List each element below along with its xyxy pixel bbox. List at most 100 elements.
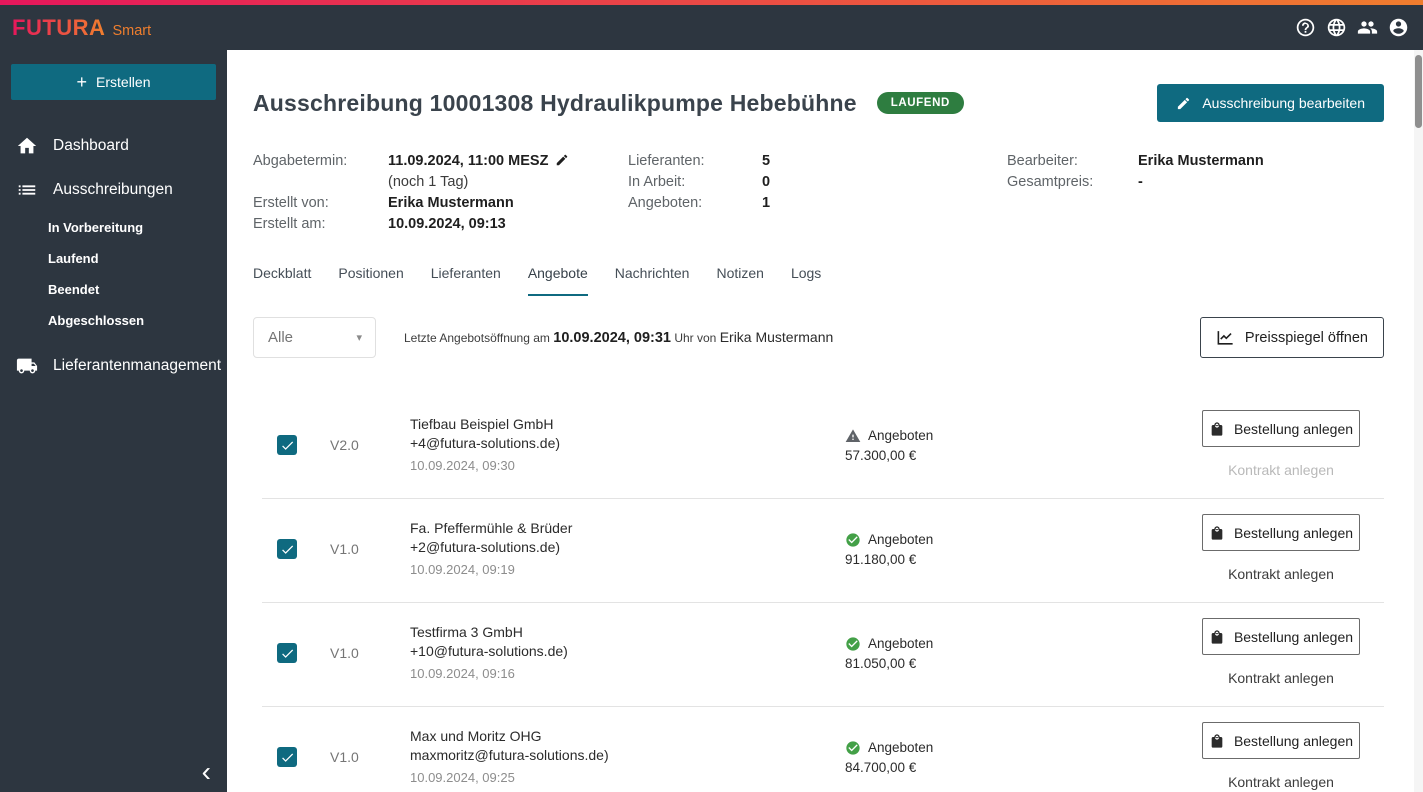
check-circle-icon — [846, 532, 860, 547]
tab-logs[interactable]: Logs — [791, 265, 821, 296]
sidebar: + Erstellen Dashboard Ausschreibungen In… — [0, 50, 227, 792]
offer-status-block: Angeboten 84.700,00 € — [845, 740, 1202, 775]
sidebar-item-beendet[interactable]: Beendet — [48, 274, 227, 305]
create-order-button[interactable]: Bestellung anlegen — [1202, 514, 1360, 551]
open-price-mirror-button[interactable]: Preisspiegel öffnen — [1199, 317, 1384, 358]
sidebar-item-abgeschlossen[interactable]: Abgeschlossen — [48, 305, 227, 336]
deadline-label: Abgabetermin: — [253, 153, 348, 169]
create-order-label: Bestellung anlegen — [1233, 420, 1354, 437]
plus-icon: + — [76, 72, 88, 92]
company-email: +4@futura-solutions.de) — [410, 435, 561, 451]
sidebar-item-dashboard[interactable]: Dashboard — [0, 124, 227, 168]
company-name: Testfirma 3 GmbH — [410, 624, 523, 640]
created-by-value: Erika Mustermann — [388, 195, 514, 211]
offer-actions: Bestellung anlegen Kontrakt anlegen — [1202, 618, 1360, 688]
suppliers-count-value: 5 — [762, 153, 771, 169]
language-globe-icon[interactable] — [1326, 17, 1347, 38]
check-icon — [281, 440, 293, 450]
offer-company-block: Fa. Pfeffermühle & Brüder +2@futura-solu… — [410, 519, 845, 579]
created-at-label: Erstellt am: — [253, 216, 326, 232]
offer-version: V1.0 — [330, 749, 359, 765]
last-opening-text: Letzte Angebotsöffnung am 10.09.2024, 09… — [404, 329, 833, 346]
offer-checkbox[interactable] — [277, 435, 297, 455]
create-contract-link[interactable]: Kontrakt anlegen — [1228, 670, 1334, 686]
create-contract-link[interactable]: Kontrakt anlegen — [1228, 566, 1334, 582]
sidebar-subnav: In Vorbereitung Laufend Beendet Abgeschl… — [0, 212, 227, 344]
edit-tender-button-label: Ausschreibung bearbeiten — [1202, 95, 1365, 111]
topbar-icons — [1295, 17, 1409, 38]
create-order-button[interactable]: Bestellung anlegen — [1202, 722, 1360, 759]
tender-info: Abgabetermin: 11.09.2024, 11:00 MESZ (no… — [253, 151, 1384, 235]
offer-price: 84.700,00 € — [845, 759, 917, 775]
main-content: Ausschreibung 10001308 Hydraulikpumpe He… — [227, 50, 1423, 792]
tab-nachrichten[interactable]: Nachrichten — [615, 265, 690, 296]
offer-checkbox[interactable] — [277, 643, 297, 663]
scrollbar-thumb[interactable] — [1415, 55, 1422, 128]
offer-company-block: Max und Moritz OHG maxmoritz@futura-solu… — [410, 727, 845, 787]
tab-deckblatt[interactable]: Deckblatt — [253, 265, 311, 296]
offer-date: 10.09.2024, 09:25 — [410, 770, 515, 785]
offer-checkbox[interactable] — [277, 747, 297, 767]
sidebar-item-lieferantenmanagement[interactable]: Lieferantenmanagement — [0, 344, 227, 388]
sidebar-item-label: Lieferantenmanagement — [53, 357, 222, 374]
offer-row: V2.0 Tiefbau Beispiel GmbH +4@futura-sol… — [262, 395, 1384, 499]
total-price-value: - — [1138, 174, 1143, 190]
create-contract-link[interactable]: Kontrakt anlegen — [1228, 774, 1334, 790]
offers-filter-value: Alle — [268, 329, 294, 346]
offer-company-block: Tiefbau Beispiel GmbH +4@futura-solution… — [410, 415, 845, 475]
truck-icon — [16, 358, 38, 374]
info-column-counts: Lieferanten: 5 In Arbeit: 0 Angeboten: 1 — [628, 151, 1007, 235]
tab-lieferanten[interactable]: Lieferanten — [431, 265, 501, 296]
check-icon — [281, 648, 293, 658]
open-price-mirror-label: Preisspiegel öffnen — [1244, 329, 1368, 346]
deadline-value: 11.09.2024, 11:00 MESZ — [388, 151, 569, 172]
create-contract-link: Kontrakt anlegen — [1228, 462, 1334, 478]
tab-positionen[interactable]: Positionen — [338, 265, 403, 296]
sidebar-item-laufend[interactable]: Laufend — [48, 243, 227, 274]
edit-deadline-icon[interactable] — [555, 153, 569, 167]
create-button[interactable]: + Erstellen — [11, 64, 216, 100]
offer-date: 10.09.2024, 09:16 — [410, 666, 515, 681]
users-icon[interactable] — [1357, 17, 1378, 38]
offer-status-label: Angeboten — [868, 740, 934, 755]
offer-version: V1.0 — [330, 645, 359, 661]
app-window: FUTURA Smart + Erstellen Dashboard Aussc… — [0, 0, 1423, 792]
tab-notizen[interactable]: Notizen — [716, 265, 763, 296]
create-order-button[interactable]: Bestellung anlegen — [1202, 618, 1360, 655]
offer-row: V1.0 Fa. Pfeffermühle & Brüder +2@futura… — [262, 499, 1384, 603]
offer-status-label: Angeboten — [868, 532, 934, 547]
offer-status-label: Angeboten — [868, 428, 934, 443]
check-circle-icon — [846, 636, 860, 651]
page-title: Ausschreibung 10001308 Hydraulikpumpe He… — [253, 89, 857, 116]
shopping-bag-icon — [1211, 629, 1223, 644]
scrollbar-track[interactable] — [1414, 50, 1423, 792]
in-progress-label: In Arbeit: — [628, 174, 686, 190]
offer-status-block: Angeboten 91.180,00 € — [845, 532, 1202, 567]
offer-price: 91.180,00 € — [845, 551, 917, 567]
offer-date: 10.09.2024, 09:19 — [410, 562, 515, 577]
offer-status-block: Angeboten 81.050,00 € — [845, 636, 1202, 671]
account-icon[interactable] — [1388, 17, 1409, 38]
status-badge: LAUFEND — [876, 92, 964, 114]
sidebar-item-in-vorbereitung[interactable]: In Vorbereitung — [48, 212, 227, 243]
tab-angebote[interactable]: Angebote — [527, 265, 588, 296]
shopping-bag-icon — [1211, 525, 1223, 540]
home-icon — [17, 137, 37, 154]
page-header: Ausschreibung 10001308 Hydraulikpumpe He… — [253, 84, 1384, 122]
created-at-value: 10.09.2024, 09:13 — [388, 216, 506, 232]
sidebar-item-ausschreibungen[interactable]: Ausschreibungen — [0, 168, 227, 212]
create-order-label: Bestellung anlegen — [1233, 628, 1354, 645]
deadline-remaining: (noch 1 Tag) — [388, 174, 469, 190]
create-order-button[interactable]: Bestellung anlegen — [1202, 410, 1360, 447]
create-order-label: Bestellung anlegen — [1233, 732, 1354, 749]
offered-count-label: Angeboten: — [628, 195, 703, 211]
offers-filter-select[interactable]: Alle ▾ — [253, 317, 376, 358]
edit-tender-button[interactable]: Ausschreibung bearbeiten — [1157, 84, 1384, 122]
list-icon — [18, 185, 36, 195]
sidebar-collapse-chevron-icon[interactable]: ‹ — [202, 758, 211, 786]
help-icon[interactable] — [1295, 17, 1316, 38]
last-opening-user: Erika Mustermann — [719, 329, 834, 345]
offer-checkbox[interactable] — [277, 539, 297, 559]
create-button-label: Erstellen — [96, 74, 151, 90]
check-icon — [281, 752, 293, 762]
